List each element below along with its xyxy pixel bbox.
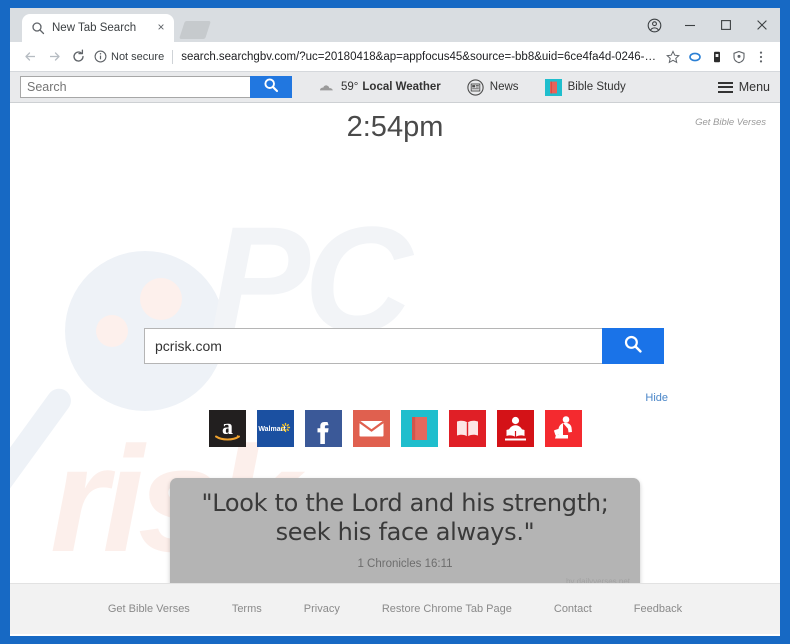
shortcut-tiles: a Walmart	[10, 410, 780, 447]
toolbar-item-bible-study[interactable]: Bible Study	[544, 78, 626, 96]
back-button[interactable]	[18, 45, 42, 69]
news-label: News	[489, 81, 519, 93]
page-search-input[interactable]	[144, 328, 602, 364]
get-bible-verses-link-top[interactable]: Get Bible Verses	[695, 117, 766, 128]
footer-link-feedback[interactable]: Feedback	[634, 603, 682, 615]
shortcut-tile-bible-reader[interactable]	[496, 410, 534, 447]
page-content: 2:54pm Get Bible Verses Hide	[10, 103, 780, 591]
bible-verse-card: "Look to the Lord and his strength; seek…	[170, 478, 640, 591]
page-footer: Get Bible Verses Terms Privacy Restore C…	[10, 583, 780, 634]
oval-blue-icon[interactable]	[684, 46, 706, 68]
screenshot-frame: New Tab Search × Not secure search.searc…	[0, 0, 790, 644]
close-window-button[interactable]	[744, 8, 780, 42]
new-tab-page: PC risk 2:54pm Get Bible Verses	[10, 103, 780, 634]
search-icon	[31, 21, 45, 35]
profile-avatar-icon[interactable]	[636, 8, 672, 42]
shortcut-tile-bible-book[interactable]	[400, 410, 438, 447]
hijacker-toolbar: 59° Local Weather News	[10, 72, 780, 103]
footer-link-contact[interactable]: Contact	[554, 603, 592, 615]
three-dot-menu-icon[interactable]	[750, 46, 772, 68]
newspaper-icon	[467, 78, 484, 96]
watermark-dot-lower	[96, 315, 128, 347]
footer-link-restore-chrome-tab-page[interactable]: Restore Chrome Tab Page	[382, 603, 512, 615]
magnifier-icon	[263, 77, 279, 98]
clock-display: 2:54pm	[346, 111, 444, 143]
bible-study-label: Bible Study	[567, 81, 626, 93]
shortcut-tile-gmail[interactable]	[352, 410, 390, 447]
security-label: Not secure	[111, 50, 165, 63]
new-tab-button[interactable]	[179, 21, 211, 39]
svg-text:a: a	[222, 414, 233, 439]
browser-tab-title: New Tab Search	[52, 22, 137, 34]
weather-temperature: 59°	[341, 81, 359, 93]
info-circle-icon	[94, 50, 107, 63]
shield-icon[interactable]	[728, 46, 750, 68]
hamburger-icon	[717, 81, 733, 93]
browser-window: New Tab Search × Not secure search.searc…	[10, 8, 780, 636]
minimize-button[interactable]	[672, 8, 708, 42]
close-icon[interactable]: ×	[154, 21, 168, 35]
bible-book-icon	[544, 78, 562, 96]
toolbar-search-button[interactable]	[250, 76, 292, 98]
watermark-dot-upper	[140, 278, 182, 320]
page-search-button[interactable]	[602, 328, 664, 364]
forward-button[interactable]	[42, 45, 66, 69]
omnibox-divider	[172, 49, 174, 64]
security-indicator[interactable]: Not secure	[94, 50, 164, 63]
magnifier-icon	[623, 334, 643, 359]
weather-label: Local Weather	[362, 81, 441, 93]
window-controls	[636, 8, 780, 42]
page-search-box	[144, 328, 664, 364]
shortcut-tile-facebook[interactable]	[304, 410, 342, 447]
browser-tab-strip: New Tab Search ×	[10, 8, 780, 42]
address-bar[interactable]: Not secure search.searchgbv.com/?uc=2018…	[94, 45, 658, 68]
shortcut-tile-bible-study-person[interactable]	[544, 410, 582, 447]
footer-link-privacy[interactable]: Privacy	[304, 603, 340, 615]
shortcut-tile-amazon[interactable]: a	[208, 410, 246, 447]
shortcut-tile-walmart[interactable]: Walmart	[256, 410, 294, 447]
toolbar-item-news[interactable]: News	[467, 78, 519, 96]
footer-link-terms[interactable]: Terms	[232, 603, 262, 615]
cloud-icon	[318, 82, 335, 93]
hide-link[interactable]: Hide	[645, 392, 668, 404]
omnibox-action-icons	[662, 46, 772, 68]
address-bar-url: search.searchgbv.com/?uc=20180418&ap=app…	[181, 50, 658, 63]
footer-link-get-bible-verses[interactable]: Get Bible Verses	[108, 603, 190, 615]
star-icon[interactable]	[662, 46, 684, 68]
browser-tab[interactable]: New Tab Search ×	[22, 14, 174, 42]
toolbar-search	[20, 76, 292, 98]
toolbar-search-input[interactable]	[20, 76, 250, 98]
toolbar-menu-button[interactable]: Menu	[717, 80, 770, 94]
clock-row: 2:54pm Get Bible Verses	[10, 103, 780, 155]
browser-toolbar: Not secure search.searchgbv.com/?uc=2018…	[10, 42, 780, 72]
toolbar-menu-label: Menu	[738, 80, 770, 94]
bible-verse-text: "Look to the Lord and his strength; seek…	[201, 489, 609, 546]
maximize-button[interactable]	[708, 8, 744, 42]
dark-extension-icon[interactable]	[706, 46, 728, 68]
bible-verse-reference: 1 Chronicles 16:11	[357, 558, 453, 570]
reload-button[interactable]	[66, 45, 90, 69]
shortcut-tile-open-bible[interactable]	[448, 410, 486, 447]
toolbar-item-weather[interactable]: 59° Local Weather	[318, 81, 441, 93]
